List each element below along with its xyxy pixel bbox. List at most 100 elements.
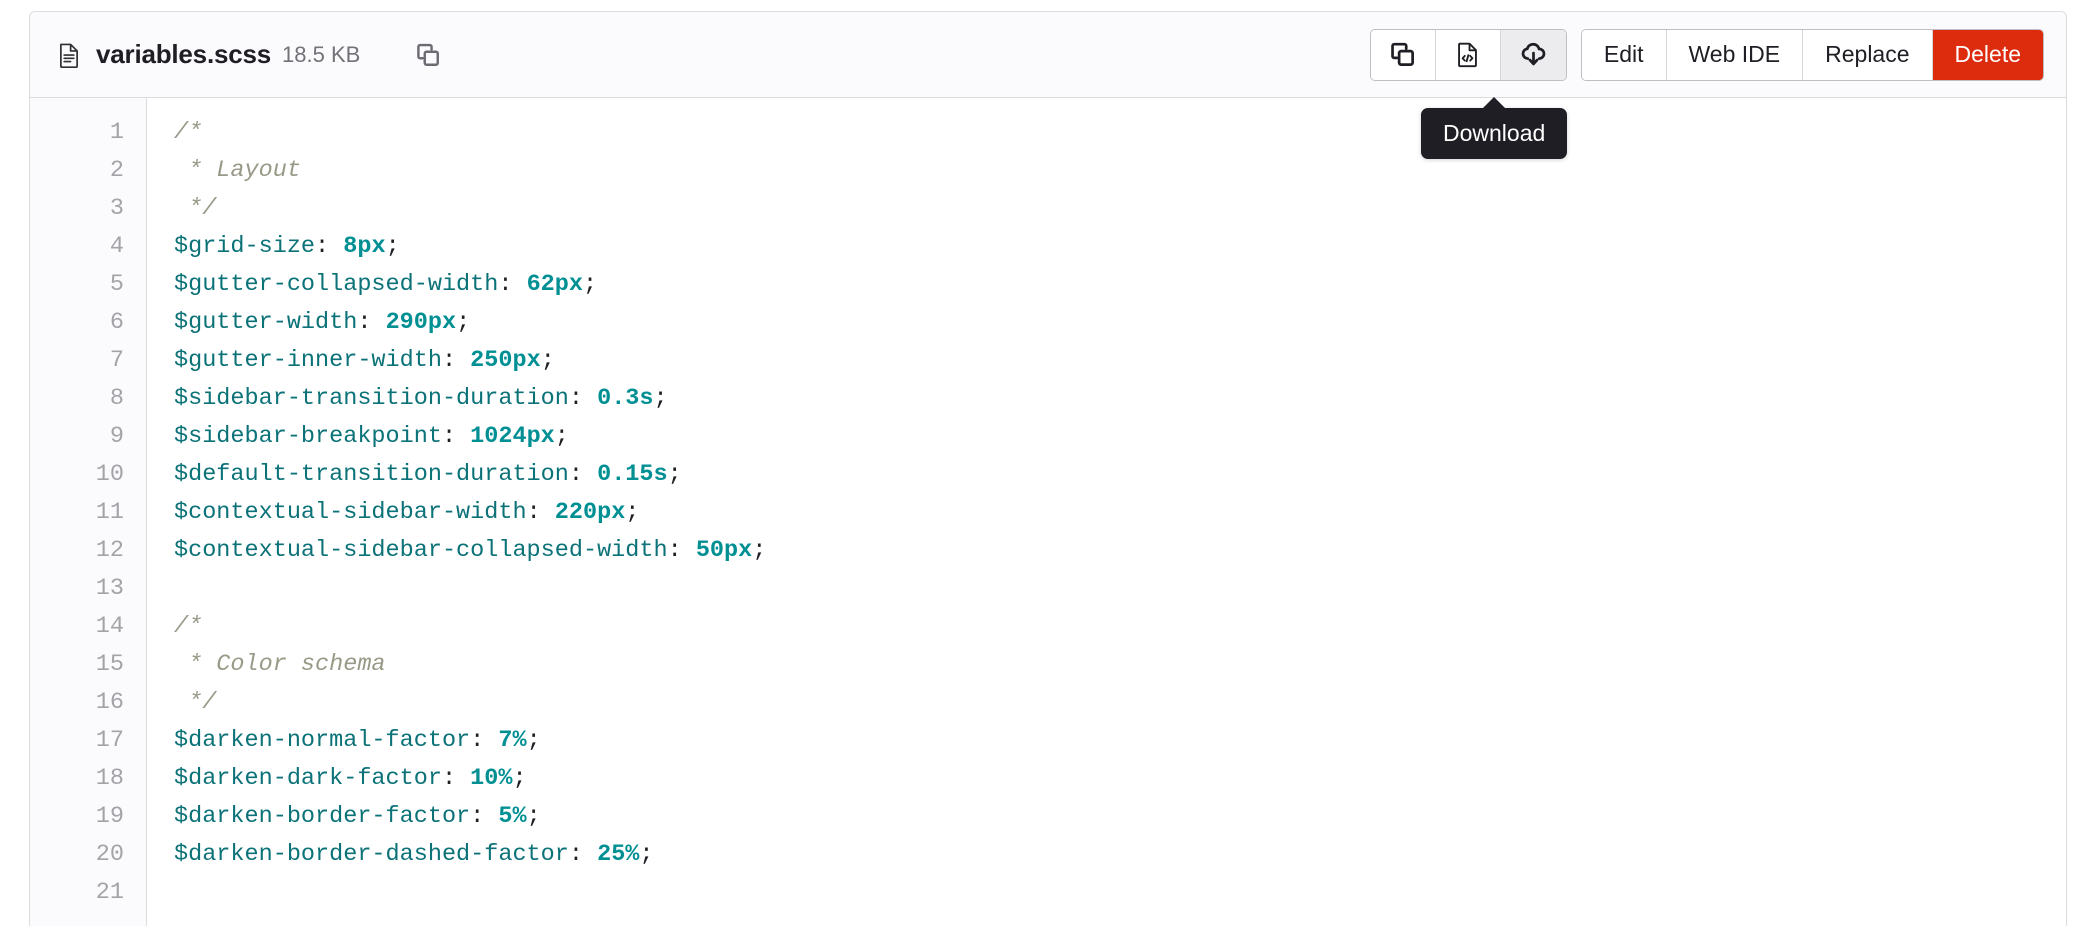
line-number[interactable]: 17 bbox=[30, 722, 124, 760]
copy-file-contents-button[interactable] bbox=[1371, 30, 1436, 80]
line-number[interactable]: 19 bbox=[30, 798, 124, 836]
token-var: $default-transition-duration bbox=[174, 461, 569, 488]
file-blob-card: variables.scss 18.5 KB bbox=[29, 11, 2067, 926]
token-punct: ; bbox=[555, 423, 569, 450]
web-ide-button[interactable]: Web IDE bbox=[1667, 30, 1804, 80]
edit-button[interactable]: Edit bbox=[1582, 30, 1667, 80]
line-number[interactable]: 18 bbox=[30, 760, 124, 798]
token-value: 62px bbox=[527, 271, 583, 298]
token-punct: ; bbox=[541, 347, 555, 374]
line-number[interactable]: 14 bbox=[30, 608, 124, 646]
code-line: $darken-normal-factor: 7%; bbox=[174, 722, 2066, 760]
token-punct: ; bbox=[639, 841, 653, 868]
token-punct: ; bbox=[625, 499, 639, 526]
token-comment: * Layout bbox=[174, 157, 301, 184]
token-punct: ; bbox=[668, 461, 682, 488]
token-var: $sidebar-breakpoint bbox=[174, 423, 442, 450]
line-number[interactable]: 8 bbox=[30, 380, 124, 418]
line-number[interactable]: 2 bbox=[30, 152, 124, 190]
line-number[interactable]: 10 bbox=[30, 456, 124, 494]
token-var: $contextual-sidebar-width bbox=[174, 499, 527, 526]
line-number[interactable]: 13 bbox=[30, 570, 124, 608]
delete-button[interactable]: Delete bbox=[1933, 30, 2043, 80]
token-punct: ; bbox=[752, 537, 766, 564]
line-number[interactable]: 4 bbox=[30, 228, 124, 266]
code-line: $gutter-width: 290px; bbox=[174, 304, 2066, 342]
code-line: $contextual-sidebar-width: 220px; bbox=[174, 494, 2066, 532]
token-punct: : bbox=[569, 461, 597, 488]
token-value: 250px bbox=[470, 347, 541, 374]
token-punct: ; bbox=[527, 803, 541, 830]
token-punct: : bbox=[315, 233, 343, 260]
token-punct: ; bbox=[583, 271, 597, 298]
open-raw-button[interactable] bbox=[1436, 30, 1501, 80]
token-punct: : bbox=[668, 537, 696, 564]
document-icon bbox=[56, 42, 82, 68]
file-size: 18.5 KB bbox=[282, 42, 360, 68]
token-var: $grid-size bbox=[174, 233, 315, 260]
replace-button[interactable]: Replace bbox=[1803, 30, 1932, 80]
line-number-gutter: 123456789101112131415161718192021 bbox=[30, 98, 147, 926]
token-var: $darken-border-dashed-factor bbox=[174, 841, 569, 868]
line-number[interactable]: 20 bbox=[30, 836, 124, 874]
code-line: $darken-dark-factor: 10%; bbox=[174, 760, 2066, 798]
token-comment: */ bbox=[174, 195, 216, 222]
code-line bbox=[174, 874, 2066, 912]
token-punct: ; bbox=[527, 727, 541, 754]
file-code-icon bbox=[1454, 41, 1481, 68]
token-punct: ; bbox=[386, 233, 400, 260]
code-line: $default-transition-duration: 0.15s; bbox=[174, 456, 2066, 494]
token-var: $gutter-width bbox=[174, 309, 357, 336]
token-var: $darken-dark-factor bbox=[174, 765, 442, 792]
file-content: 123456789101112131415161718192021 /* * L… bbox=[30, 98, 2066, 926]
token-var: $darken-normal-factor bbox=[174, 727, 470, 754]
token-value: 1024px bbox=[470, 423, 555, 450]
line-number[interactable]: 21 bbox=[30, 874, 124, 912]
token-var: $gutter-collapsed-width bbox=[174, 271, 498, 298]
token-value: 25% bbox=[597, 841, 639, 868]
token-punct: ; bbox=[512, 765, 526, 792]
code-line: $sidebar-transition-duration: 0.3s; bbox=[174, 380, 2066, 418]
file-icon-action-group bbox=[1370, 29, 1567, 81]
code-line: */ bbox=[174, 190, 2066, 228]
token-value: 220px bbox=[555, 499, 626, 526]
line-number[interactable]: 5 bbox=[30, 266, 124, 304]
line-number[interactable]: 1 bbox=[30, 114, 124, 152]
download-button[interactable] bbox=[1501, 30, 1566, 80]
token-var: $sidebar-transition-duration bbox=[174, 385, 569, 412]
token-var: $darken-border-factor bbox=[174, 803, 470, 830]
token-value: 50px bbox=[696, 537, 752, 564]
token-punct: : bbox=[498, 271, 526, 298]
line-number[interactable]: 7 bbox=[30, 342, 124, 380]
copy-icon bbox=[415, 42, 441, 68]
code-content[interactable]: /* * Layout */$grid-size: 8px;$gutter-co… bbox=[147, 98, 2066, 926]
token-punct: : bbox=[470, 803, 498, 830]
line-number[interactable]: 12 bbox=[30, 532, 124, 570]
file-header: variables.scss 18.5 KB bbox=[30, 12, 2066, 98]
token-var: $gutter-inner-width bbox=[174, 347, 442, 374]
line-number[interactable]: 16 bbox=[30, 684, 124, 722]
code-line: $darken-border-factor: 5%; bbox=[174, 798, 2066, 836]
line-number[interactable]: 11 bbox=[30, 494, 124, 532]
line-number[interactable]: 15 bbox=[30, 646, 124, 684]
token-var: $contextual-sidebar-collapsed-width bbox=[174, 537, 668, 564]
token-comment: */ bbox=[174, 689, 216, 716]
line-number[interactable]: 9 bbox=[30, 418, 124, 456]
file-header-left: variables.scss 18.5 KB bbox=[56, 33, 1370, 77]
token-punct: ; bbox=[456, 309, 470, 336]
token-punct: : bbox=[470, 727, 498, 754]
line-number[interactable]: 3 bbox=[30, 190, 124, 228]
token-punct: : bbox=[569, 841, 597, 868]
copy-file-path-button[interactable] bbox=[406, 33, 450, 77]
code-line: $gutter-collapsed-width: 62px; bbox=[174, 266, 2066, 304]
token-value: 10% bbox=[470, 765, 512, 792]
token-punct: : bbox=[357, 309, 385, 336]
token-comment: /* bbox=[174, 613, 202, 640]
code-line: $gutter-inner-width: 250px; bbox=[174, 342, 2066, 380]
token-punct: : bbox=[527, 499, 555, 526]
token-value: 8px bbox=[343, 233, 385, 260]
download-tooltip: Download bbox=[1421, 108, 1567, 159]
cloud-download-icon bbox=[1520, 41, 1547, 68]
token-value: 0.3s bbox=[597, 385, 653, 412]
line-number[interactable]: 6 bbox=[30, 304, 124, 342]
